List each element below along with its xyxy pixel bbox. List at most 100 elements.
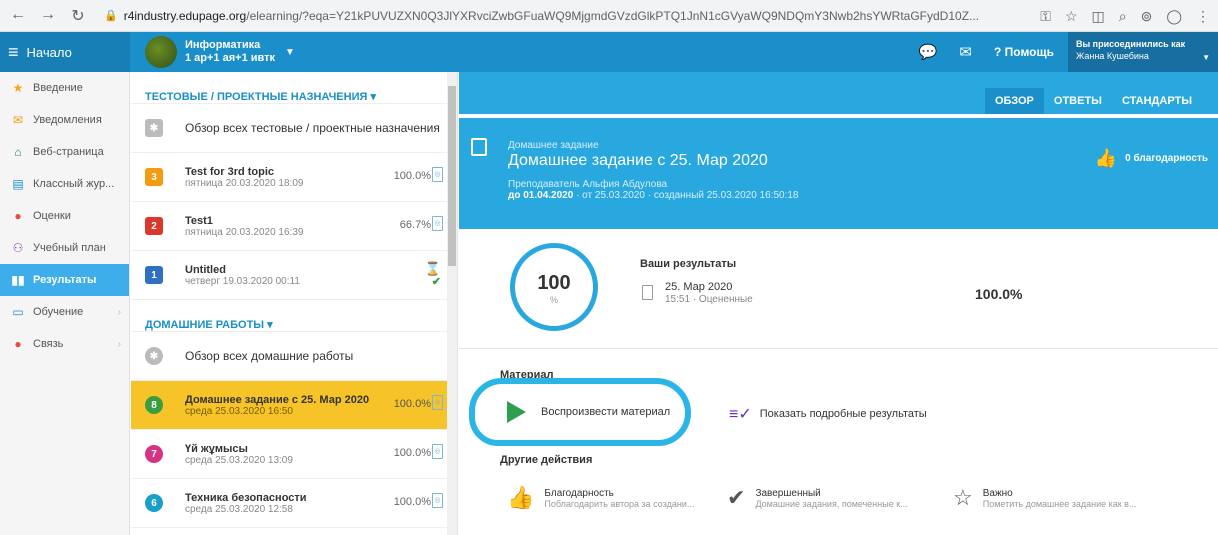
homework-row[interactable]: 7 Үй жұмысы среда 25.03.2020 13:09 100.0%… bbox=[131, 430, 457, 479]
sidebar-item-results[interactable]: ▮▮ Результаты bbox=[0, 264, 129, 296]
sidebar-item-label: Учебный план bbox=[33, 242, 106, 254]
completed-action[interactable]: ✔ Завершенный Домашние задания, помеченны… bbox=[727, 485, 908, 511]
tests-overview-row[interactable]: ✱ Обзор всех тестовые / проектные назнач… bbox=[131, 104, 457, 153]
pocket-icon[interactable]: ◫ bbox=[1092, 8, 1105, 25]
plan-icon: ⚇ bbox=[12, 241, 24, 255]
search-icon[interactable]: ⌕ bbox=[1119, 8, 1127, 25]
sidebar-item-label: Уведомления bbox=[33, 114, 102, 126]
homework-row[interactable]: 6 Техника безопасности среда 25.03.2020 1… bbox=[131, 479, 457, 528]
row-percent: 100.0% bbox=[393, 496, 431, 508]
menu-dots-icon[interactable]: ⋮ bbox=[1196, 8, 1210, 25]
tab-standards[interactable]: СТАНДАРТЫ bbox=[1112, 88, 1202, 114]
profile-icon[interactable]: ◯ bbox=[1166, 8, 1182, 25]
sidebar-item-communication[interactable]: ● Связь › bbox=[0, 328, 129, 360]
tests-section-header[interactable]: ТЕСТОВЫЕ / ПРОЕКТНЫЕ НАЗНАЧЕНИЯ ▾ bbox=[131, 72, 457, 104]
other-actions-title: Другие действия bbox=[500, 454, 593, 466]
assignments-list: ТЕСТОВЫЕ / ПРОЕКТНЫЕ НАЗНАЧЕНИЯ ▾ ✱ Обзо… bbox=[131, 72, 458, 535]
bookmark-star-icon[interactable]: ☆ bbox=[1065, 8, 1078, 25]
results-icon: ▮▮ bbox=[11, 273, 25, 287]
home-button[interactable]: ≡ Начало bbox=[0, 32, 130, 72]
material-section: Материал Воспроизвести материал ≡✓ Показа… bbox=[459, 349, 1218, 535]
star-outline-icon: ☆ bbox=[953, 485, 973, 510]
action-desc: Домашние задания, помеченные к... bbox=[755, 498, 908, 509]
question-icon: ? bbox=[993, 45, 1005, 59]
thanks-button[interactable]: 👍 0 благодарность bbox=[1095, 148, 1208, 169]
homework-row-selected[interactable]: 8 Домашнее задание с 25. Мар 2020 среда 2… bbox=[131, 381, 457, 430]
row-percent: 100.0% bbox=[393, 398, 431, 410]
learning-icon: ▭ bbox=[12, 305, 24, 319]
action-desc: Поблагодарить автора за создани... bbox=[544, 498, 695, 509]
course-selector[interactable]: Информатика 1 ар+1 ая+1 ивтк ▼ bbox=[145, 36, 295, 68]
login-label: Вы присоединились как bbox=[1076, 39, 1186, 49]
lock-icon: 🔒 bbox=[104, 10, 118, 22]
envelope-icon: ✉ bbox=[12, 113, 24, 127]
assignment-header: ОБЗОР ОТВЕТЫ СТАНДАРТЫ Домашнее задание … bbox=[459, 72, 1218, 229]
play-material-button[interactable]: Воспроизвести материал bbox=[541, 406, 670, 418]
row-percent: 100.0% bbox=[393, 447, 431, 459]
home-label: Начало bbox=[26, 44, 72, 60]
star-icon: ★ bbox=[12, 81, 24, 95]
document-icon: ◎ bbox=[432, 216, 443, 231]
mail-icon[interactable]: ✉ bbox=[959, 43, 972, 61]
hamburger-icon: ≡ bbox=[8, 41, 19, 62]
row-title: Обзор всех домашние работы bbox=[185, 349, 354, 363]
url-host: r4industry.edupage.org bbox=[123, 8, 247, 23]
sidebar-item-learning[interactable]: ▭ Обучение › bbox=[0, 296, 129, 328]
overview-icon: ✱ bbox=[145, 347, 163, 365]
row-date: среда 25.03.2020 16:50 bbox=[185, 405, 293, 417]
row-number-badge: 7 bbox=[145, 445, 163, 463]
sidebar-item-intro[interactable]: ★ Введение bbox=[0, 72, 129, 104]
extension-icon[interactable]: ⊚ bbox=[1141, 8, 1153, 25]
important-action[interactable]: ☆ Важно Пометить домашнее задание как в..… bbox=[953, 485, 1136, 511]
url-path: /elearning/?eqa=Y21kPUVUZXN0Q3JlYXRvciZw… bbox=[246, 8, 980, 23]
key-icon[interactable]: ⚿ bbox=[1040, 8, 1051, 25]
user-menu[interactable]: Вы присоединились как Жанна Кушебина ▼ bbox=[1068, 32, 1218, 72]
homework-section-header[interactable]: ДОМАШНИЕ РАБОТЫ ▾ bbox=[131, 300, 457, 332]
tab-answers[interactable]: ОТВЕТЫ bbox=[1044, 88, 1112, 114]
result-entry[interactable]: 25. Мар 2020 15:51 · Оцененные bbox=[665, 281, 753, 306]
score-value: 100 bbox=[537, 272, 571, 294]
forward-icon[interactable]: → bbox=[40, 6, 56, 26]
homework-overview-row[interactable]: ✱ Обзор всех домашние работы bbox=[131, 332, 457, 381]
sidebar-item-label: Классный жур... bbox=[33, 178, 115, 190]
row-date: пятница 20.03.2020 16:39 bbox=[185, 226, 304, 238]
scrollbar-thumb[interactable] bbox=[448, 86, 456, 266]
browser-toolbar: ← → ↻ 🔒 r4industry.edupage.org/elearning… bbox=[0, 0, 1218, 32]
help-button[interactable]: ? Помощь bbox=[994, 45, 1054, 59]
score-unit: % bbox=[549, 295, 558, 305]
back-icon[interactable]: ← bbox=[10, 6, 26, 26]
address-bar[interactable]: 🔒 r4industry.edupage.org/elearning/?eqa=… bbox=[104, 9, 984, 23]
tab-overview[interactable]: ОБЗОР bbox=[984, 88, 1044, 114]
chevron-right-icon: › bbox=[117, 306, 121, 318]
sidebar-item-grades[interactable]: ● Оценки bbox=[0, 200, 129, 232]
sidebar-item-journal[interactable]: ▤ Классный жур... bbox=[0, 168, 129, 200]
chevron-right-icon: › bbox=[117, 338, 121, 350]
sidebar-item-notifications[interactable]: ✉ Уведомления bbox=[0, 104, 129, 136]
sidebar-item-webpage[interactable]: ⌂ Веб-страница bbox=[0, 136, 129, 168]
play-icon[interactable] bbox=[507, 401, 526, 423]
chevron-down-icon: ▾ bbox=[267, 319, 273, 331]
sidebar-item-label: Связь bbox=[33, 338, 64, 350]
test-row[interactable]: 1 Untitled четверг 19.03.2020 00:11 ⌛ ✔ bbox=[131, 251, 457, 300]
chat-bubble-icon[interactable]: 💬 bbox=[919, 43, 938, 61]
list-scrollbar[interactable] bbox=[447, 72, 457, 535]
sidebar-item-label: Веб-страница bbox=[33, 146, 104, 158]
row-percent: 100.0% bbox=[393, 170, 431, 182]
row-title: Техника безопасности bbox=[185, 491, 307, 504]
test-row[interactable]: 3 Test for 3rd topic пятница 20.03.2020 1… bbox=[131, 153, 457, 202]
sidebar-item-plan[interactable]: ⚇ Учебный план bbox=[0, 232, 129, 264]
test-row[interactable]: 2 Test1 пятница 20.03.2020 16:39 66.7% ◎ bbox=[131, 202, 457, 251]
reload-icon[interactable]: ↻ bbox=[70, 6, 86, 26]
assignment-dates: до 01.04.2020 · от 25.03.2020 · созданны… bbox=[508, 190, 799, 201]
row-title: Үй жұмысы bbox=[185, 442, 248, 455]
document-icon: ◎ bbox=[432, 395, 443, 410]
sidebar-item-label: Обучение bbox=[33, 306, 84, 318]
thanks-action[interactable]: 👍 Благодарность Поблагодарить автора за с… bbox=[507, 485, 694, 511]
action-title: Важно bbox=[982, 487, 1013, 499]
row-title: Test for 3rd topic bbox=[185, 165, 275, 178]
sidebar-item-label: Оценки bbox=[33, 210, 71, 222]
row-number-badge: 8 bbox=[145, 396, 163, 414]
show-detailed-results-button[interactable]: ≡✓ Показать подробные результаты bbox=[729, 404, 927, 424]
detail-panel: ОБЗОР ОТВЕТЫ СТАНДАРТЫ Домашнее задание … bbox=[459, 72, 1218, 535]
header-divider bbox=[459, 114, 1218, 118]
